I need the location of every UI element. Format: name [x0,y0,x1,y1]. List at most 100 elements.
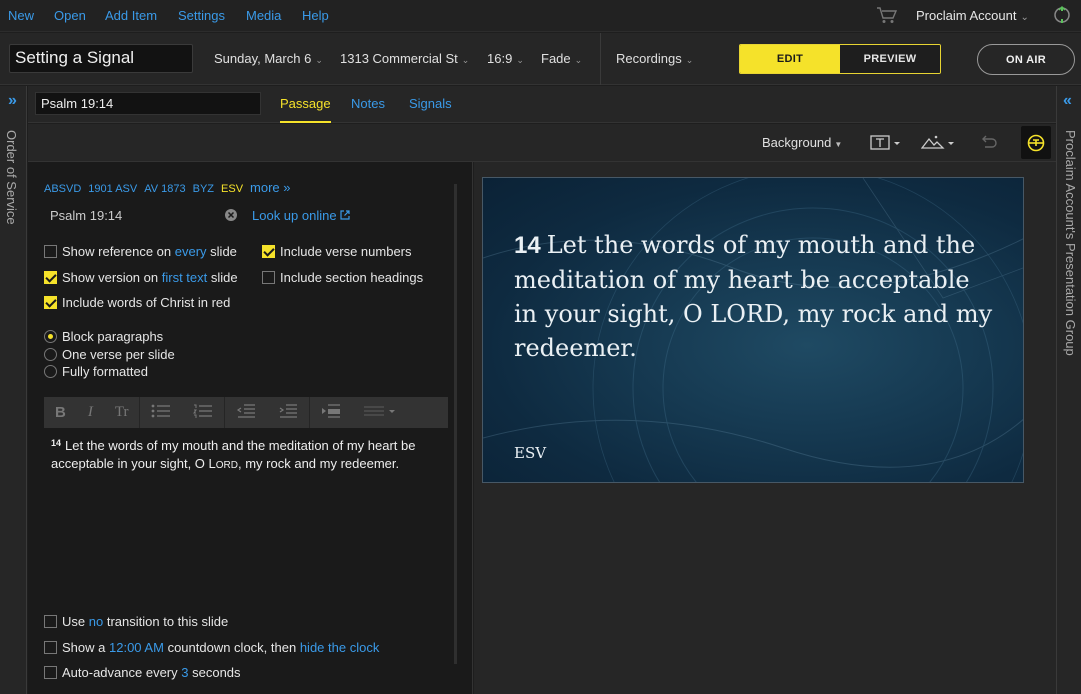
version-absvd[interactable]: ABSVD [44,183,81,195]
tab-notes[interactable]: Notes [351,96,385,111]
menu-settings[interactable]: Settings [178,8,225,23]
countdown-time-link[interactable]: 12:00 AM [109,640,164,655]
transition-option[interactable]: Use no transition to this slide [44,614,228,629]
countdown-label: Show a [62,640,106,655]
show-version-checkbox[interactable] [44,271,57,284]
sync-icon[interactable] [1052,5,1072,28]
words-of-christ-option[interactable]: Include words of Christ in red [44,295,230,310]
verse-numbers-option[interactable]: Include verse numbers [262,244,412,259]
one-verse-radio[interactable] [44,348,57,361]
block-paragraphs-radio[interactable] [44,330,57,343]
transition-checkbox[interactable] [44,615,57,628]
section-headings-option[interactable]: Include section headings [262,270,423,285]
account-menu[interactable]: Proclaim Account ⌄ [916,8,1029,23]
show-reference-suffix: slide [210,244,237,259]
tab-signals[interactable]: Signals [409,96,452,111]
outdent-icon[interactable] [225,403,267,423]
indent-icon[interactable] [267,403,309,423]
one-verse-label: One verse per slide [62,347,175,362]
menu-help[interactable]: Help [302,8,329,23]
verse-numbers-checkbox[interactable] [262,245,275,258]
cart-icon[interactable] [876,6,898,27]
on-air-button[interactable]: ON AIR [977,44,1075,75]
passage-text-b: , my rock and my redeemer. [238,456,400,471]
numbered-list-icon[interactable] [182,403,224,423]
layout-block-paragraphs[interactable]: Block paragraphs [44,329,163,344]
fully-formatted-radio[interactable] [44,365,57,378]
words-of-christ-checkbox[interactable] [44,296,57,309]
menu-bar: New Open Add Item Settings Media Help Pr… [0,0,1081,32]
order-of-service-label[interactable]: Order of Service [4,130,19,225]
menu-open[interactable]: Open [54,8,86,23]
toolbar-divider [600,33,601,85]
paragraph-spacing-icon[interactable] [310,403,352,423]
slide-verse-number: 14 [514,232,541,259]
version-esv[interactable]: ESV [221,183,243,195]
image-icon[interactable] [920,133,957,156]
date-label: Sunday, March 6 [214,51,312,66]
presentation-title-input[interactable]: Setting a Signal [9,44,193,73]
undo-icon[interactable] [979,133,999,156]
menu-new[interactable]: New [8,8,34,23]
auto-advance-suffix: seconds [192,665,241,680]
chevron-down-icon: ⌄ [461,55,470,65]
aspect-dropdown[interactable]: 16:9 ⌄ [487,51,524,66]
transition-dropdown[interactable]: Fade ⌄ [541,51,582,66]
passage-text-editor[interactable]: 14 Let the words of my mouth and the medi… [51,434,446,475]
look-up-online-link[interactable]: Look up online [252,208,350,223]
words-of-christ-label: Include words of Christ in red [62,295,231,310]
show-reference-option[interactable]: Show reference on every slide [44,244,237,259]
alignment-dropdown-icon[interactable] [352,403,408,423]
clear-icon[interactable] [224,208,238,225]
signal-mode-button[interactable] [1021,126,1051,159]
hide-clock-link[interactable]: hide the clock [300,640,380,655]
section-headings-checkbox[interactable] [262,271,275,284]
tab-passage[interactable]: Passage [280,96,331,123]
text-box-icon[interactable] [870,133,902,156]
item-reference-input[interactable]: Psalm 19:14 [35,92,261,115]
countdown-checkbox[interactable] [44,641,57,654]
preview-button[interactable]: PREVIEW [840,45,940,73]
version-1901-asv[interactable]: 1901 ASV [88,183,137,195]
background-dropdown[interactable]: Background ▼ [762,135,842,150]
show-version-option[interactable]: Show version on first text slide [44,270,238,285]
edit-button[interactable]: EDIT [740,45,840,73]
layout-fully-formatted[interactable]: Fully formatted [44,364,148,379]
slide-preview[interactable]: 14 Let the words of my mouth and the medi… [482,177,1024,483]
bullet-list-icon[interactable] [140,403,182,423]
reference-frequency-link[interactable]: every [175,244,207,259]
presentation-group-label[interactable]: Proclaim Account's Presentation Group [1063,130,1078,356]
auto-advance-option[interactable]: Auto-advance every 3 seconds [44,665,241,680]
menu-add-item[interactable]: Add Item [105,8,157,23]
version-av-1873[interactable]: AV 1873 [144,183,185,195]
version-slide-link[interactable]: first text [162,270,208,285]
recordings-dropdown[interactable]: Recordings ⌄ [616,51,693,66]
menu-media[interactable]: Media [246,8,281,23]
aspect-label: 16:9 [487,51,513,66]
background-label: Background [762,135,832,150]
expand-left-icon[interactable]: » [8,92,17,110]
bold-icon[interactable]: B [44,404,77,421]
passage-scrollbar[interactable] [454,184,457,664]
expand-right-icon[interactable]: « [1063,92,1072,110]
version-byz[interactable]: BYZ [193,183,214,195]
auto-advance-seconds-link[interactable]: 3 [181,665,188,680]
slide-preview-panel: 14 Let the words of my mouth and the medi… [474,162,1056,694]
item-tabs-row: Psalm 19:14 Passage Notes Signals [28,86,1056,123]
date-dropdown[interactable]: Sunday, March 6 ⌄ [214,51,323,66]
layout-one-verse[interactable]: One verse per slide [44,347,175,362]
italic-icon[interactable]: I [77,404,104,421]
countdown-option[interactable]: Show a 12:00 AM countdown clock, then hi… [44,640,379,655]
passage-reference-input[interactable]: Psalm 19:14 [50,208,122,223]
more-versions-link[interactable]: more » [250,180,290,195]
chevron-down-icon: ⌄ [574,55,583,65]
account-name: Proclaim Account [916,8,1017,23]
show-version-suffix: slide [210,270,238,285]
preview-scrollbar[interactable] [1031,180,1032,676]
text-style-icon[interactable]: Tr [104,404,140,421]
order-of-service-rail: » Order of Service [0,86,27,694]
show-reference-checkbox[interactable] [44,245,57,258]
location-dropdown[interactable]: 1313 Commercial St ⌄ [340,51,469,66]
auto-advance-checkbox[interactable] [44,666,57,679]
transition-type-link[interactable]: no [89,614,103,629]
